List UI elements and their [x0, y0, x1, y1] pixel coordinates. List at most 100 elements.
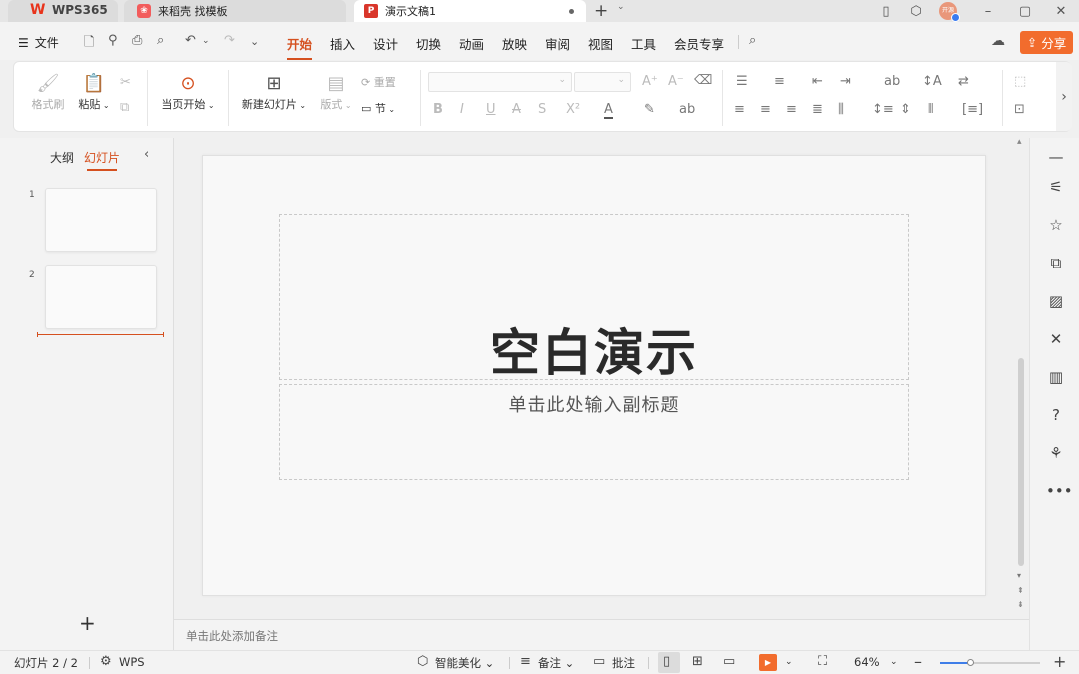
- bold-button[interactable]: B: [433, 102, 443, 117]
- line-spacing-icon[interactable]: ↕≡: [872, 102, 894, 117]
- eraser-icon[interactable]: ⌫: [694, 73, 712, 88]
- cloud-icon[interactable]: ☁: [991, 33, 1005, 49]
- font-color-icon[interactable]: A: [604, 102, 613, 119]
- new-slide-button[interactable]: ⊞ 新建幻灯片 ⌄: [238, 72, 310, 112]
- subtitle-placeholder[interactable]: 单击此处输入副标题: [279, 384, 909, 480]
- text-box-icon[interactable]: [≡]: [962, 102, 983, 117]
- save-icon[interactable]: 🗋: [84, 33, 94, 55]
- reading-view-icon[interactable]: ▭: [723, 654, 735, 669]
- chevron-down-icon[interactable]: ⌄: [250, 35, 259, 48]
- chevron-down-icon[interactable]: ⌄: [785, 657, 793, 667]
- redo-icon[interactable]: ↷: [224, 33, 235, 48]
- copy-icon[interactable]: ⧉: [120, 100, 129, 115]
- play-button[interactable]: ▶: [759, 654, 777, 671]
- gallery-icon[interactable]: ▨: [1046, 292, 1066, 310]
- align-left-icon[interactable]: ≡: [734, 102, 745, 117]
- tab-design[interactable]: 设计: [373, 34, 398, 53]
- reset-button[interactable]: ⟳ 重置: [361, 74, 409, 90]
- chevron-down-icon[interactable]: ⌄: [617, 2, 625, 12]
- zoom-slider[interactable]: [940, 659, 1040, 666]
- wps-label[interactable]: WPS: [119, 655, 145, 669]
- minimize-icon[interactable]: –: [977, 0, 999, 22]
- search-icon[interactable]: ⌕: [749, 33, 756, 48]
- collapse-icon[interactable]: —: [1046, 148, 1066, 166]
- comments-button[interactable]: 批注: [612, 655, 635, 671]
- para-spacing-icon[interactable]: ⇕: [900, 102, 911, 117]
- collapse-icon[interactable]: ‹: [144, 147, 149, 162]
- zoom-in-icon[interactable]: +: [1053, 652, 1066, 671]
- tools-icon[interactable]: ✕: [1046, 330, 1066, 348]
- layout-icon[interactable]: ▯: [875, 0, 897, 22]
- undo-icon[interactable]: ↶: [185, 33, 196, 48]
- ribbon-scroll-right-button[interactable]: ›: [1056, 62, 1072, 131]
- share-link-icon[interactable]: ⚲: [108, 33, 118, 48]
- indent-icon[interactable]: ⇥: [840, 74, 851, 89]
- scroll-thumb[interactable]: [1018, 358, 1024, 566]
- underline-button[interactable]: U: [486, 102, 496, 117]
- notes-icon[interactable]: ≡: [520, 654, 531, 669]
- tab-wps365[interactable]: W WPS365: [8, 0, 118, 22]
- fit-window-icon[interactable]: ⛶: [818, 654, 827, 669]
- tab-review[interactable]: 审阅: [545, 34, 570, 53]
- avatar[interactable]: 开源: [939, 2, 960, 22]
- close-icon[interactable]: ✕: [1050, 0, 1072, 22]
- scroll-up-icon[interactable]: ▴: [1017, 137, 1022, 147]
- increase-font-icon[interactable]: A⁺: [642, 74, 658, 89]
- justify-icon[interactable]: ≣: [812, 102, 823, 117]
- tab-home[interactable]: 开始: [287, 34, 313, 60]
- decrease-font-icon[interactable]: A⁻: [668, 74, 684, 89]
- print-preview-icon[interactable]: ⌕: [157, 33, 164, 48]
- zoom-level[interactable]: 64%: [854, 655, 880, 669]
- tab-member[interactable]: 会员专享: [674, 34, 724, 53]
- tab-insert[interactable]: 插入: [330, 34, 355, 53]
- help-icon[interactable]: ?: [1046, 406, 1066, 424]
- text-box-insert-icon[interactable]: ⊡: [1014, 102, 1025, 117]
- tab-presentation[interactable]: P 演示文稿1: [354, 0, 586, 22]
- tab-docer-templates[interactable]: ❀ 来稻壳 找模板: [124, 0, 346, 22]
- columns-icon[interactable]: ⫴: [928, 102, 933, 117]
- prev-slide-icon[interactable]: ⇞: [1017, 586, 1024, 595]
- tab-transitions[interactable]: 切换: [416, 34, 441, 53]
- zoom-out-icon[interactable]: –: [914, 652, 922, 671]
- bullets-icon[interactable]: ☰: [736, 74, 748, 89]
- tab-slides[interactable]: 幻灯片: [84, 149, 120, 171]
- tab-animations[interactable]: 动画: [459, 34, 484, 53]
- settings-sliders-icon[interactable]: ⚟: [1046, 178, 1066, 196]
- file-menu[interactable]: ☰ 文件: [18, 34, 59, 51]
- strikethrough-button[interactable]: A: [512, 102, 521, 117]
- star-icon[interactable]: ☆: [1046, 216, 1066, 234]
- highlight-icon[interactable]: ✎: [644, 102, 655, 117]
- scroll-down-icon[interactable]: ▾: [1017, 571, 1021, 580]
- title-placeholder[interactable]: 空白演示: [279, 214, 909, 382]
- font-size-select[interactable]: ⌄: [574, 72, 631, 92]
- grid-view-icon[interactable]: ⊞: [692, 654, 703, 669]
- section-button[interactable]: ▭ 节 ⌄: [361, 100, 409, 116]
- distribute-icon[interactable]: ⫼: [838, 102, 844, 117]
- add-slide-button[interactable]: +: [79, 611, 96, 635]
- wps-ai-icon[interactable]: ⚙: [100, 654, 112, 669]
- notes-button[interactable]: 备注 ⌄: [538, 655, 574, 671]
- maximize-icon[interactable]: ▢: [1014, 0, 1036, 22]
- next-slide-icon[interactable]: ⇟: [1017, 600, 1024, 609]
- smart-beautify-button[interactable]: 智能美化 ⌄: [435, 655, 494, 671]
- vertical-scrollbar[interactable]: ▴ ▾ ⇞ ⇟: [1014, 137, 1028, 619]
- format-painter-button[interactable]: 🖌 格式刷: [28, 72, 68, 112]
- chevron-down-icon[interactable]: ⌄: [890, 657, 898, 667]
- play-from-current-button[interactable]: ⊙ 当页开始 ⌄: [158, 72, 218, 112]
- tab-outline[interactable]: 大纲: [50, 149, 74, 166]
- font-name-select[interactable]: ⌄: [428, 72, 572, 92]
- tab-tools[interactable]: 工具: [631, 34, 656, 53]
- feature-icon[interactable]: ⚘: [1046, 444, 1066, 462]
- layout-button[interactable]: ▤ 版式 ⌄: [316, 72, 356, 112]
- italic-button[interactable]: I: [460, 102, 464, 117]
- tab-view[interactable]: 视图: [588, 34, 613, 53]
- convert-icon[interactable]: ⧉: [1046, 254, 1066, 272]
- notes-pane[interactable]: 单击此处添加备注: [174, 619, 1029, 650]
- more-icon[interactable]: •••: [1046, 482, 1073, 500]
- outdent-icon[interactable]: ⇤: [812, 74, 823, 89]
- slide-thumbnail-1[interactable]: [45, 188, 157, 252]
- comment-icon[interactable]: ▭: [593, 654, 605, 669]
- chevron-down-icon[interactable]: ⌄: [202, 36, 210, 46]
- print-icon[interactable]: ⎙: [132, 33, 142, 48]
- sort-icon[interactable]: ↕A: [922, 74, 942, 89]
